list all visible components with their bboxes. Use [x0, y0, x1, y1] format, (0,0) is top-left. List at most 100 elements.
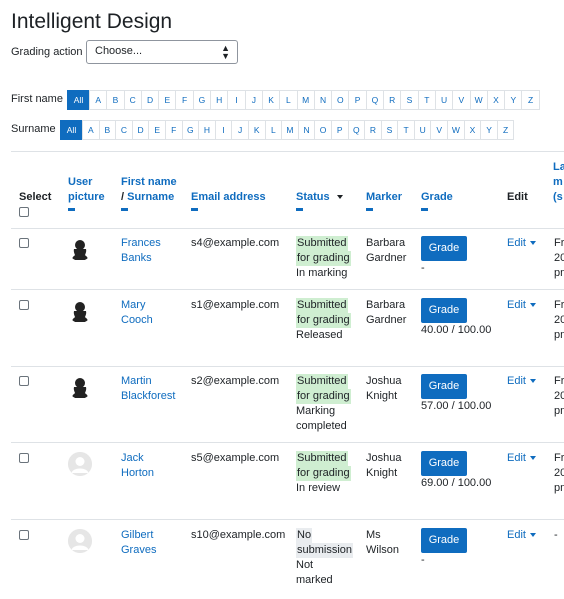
first-name-initial-j[interactable]: J: [244, 90, 263, 110]
last-modified-header[interactable]: La m (s: [553, 160, 564, 205]
first-name-initial-c[interactable]: C: [123, 90, 142, 110]
student-name[interactable]: Frances Banks: [121, 236, 161, 266]
student-first-name[interactable]: Frances: [121, 237, 161, 249]
first-name-initial-all[interactable]: All: [67, 90, 90, 110]
student-first-name[interactable]: Mary: [121, 299, 145, 311]
surname-initial-d[interactable]: D: [131, 120, 150, 140]
student-first-name[interactable]: Martin: [121, 375, 152, 387]
grading-action-select[interactable]: Choose... ▲ ▼: [86, 40, 238, 64]
first-name-initial-d[interactable]: D: [140, 90, 160, 110]
row-select-checkbox[interactable]: [19, 530, 29, 540]
surname-initial-f[interactable]: F: [164, 120, 183, 140]
edit-menu-button[interactable]: Edit: [507, 451, 536, 466]
surname-initial-h[interactable]: H: [198, 120, 216, 140]
student-last-name[interactable]: Graves: [121, 544, 156, 556]
first-name-initial-e[interactable]: E: [158, 90, 177, 110]
grading-action-value: Choose...: [95, 45, 143, 57]
row-select-checkbox[interactable]: [19, 238, 29, 248]
surname-initial-q[interactable]: Q: [347, 120, 366, 140]
marker-line2: Gardner: [366, 252, 407, 264]
surname-initial-a[interactable]: A: [82, 120, 100, 140]
grade-header[interactable]: Grade: [421, 190, 453, 211]
surname-initial-r[interactable]: R: [364, 120, 382, 140]
surname-initial-t[interactable]: T: [397, 120, 415, 140]
first-name-initial-h[interactable]: H: [210, 90, 229, 110]
student-first-name[interactable]: Gilbert: [121, 529, 153, 541]
first-name-initial-w[interactable]: W: [469, 90, 488, 110]
marker-line1: Barbara: [366, 237, 406, 249]
first-name-initial-f[interactable]: F: [175, 90, 194, 110]
edit-menu-button[interactable]: Edit: [507, 298, 536, 313]
status-header[interactable]: Status: [296, 190, 343, 211]
surname-initial-x[interactable]: X: [463, 120, 482, 140]
grade-button[interactable]: Grade: [421, 374, 467, 399]
student-name[interactable]: Gilbert Graves: [121, 528, 156, 558]
first-name-initial-b[interactable]: B: [106, 90, 125, 110]
first-name-initial-k[interactable]: K: [261, 90, 281, 110]
row-divider: [11, 442, 564, 443]
first-name-initial-v[interactable]: V: [452, 90, 471, 110]
surname-initial-z[interactable]: Z: [496, 120, 515, 140]
first-name-initial-a[interactable]: A: [89, 90, 108, 110]
first-name-initial-x[interactable]: X: [486, 90, 506, 110]
grade-button[interactable]: Grade: [421, 236, 467, 261]
first-name-initial-z[interactable]: Z: [521, 90, 540, 110]
first-name-initial-s[interactable]: S: [400, 90, 419, 110]
surname-initial-w[interactable]: W: [447, 120, 465, 140]
name-header: First name / Surname: [121, 175, 177, 211]
surname-initial-s[interactable]: S: [380, 120, 399, 140]
first-name-initial-q[interactable]: Q: [365, 90, 385, 110]
edit-menu-button[interactable]: Edit: [507, 528, 536, 543]
surname-initial-c[interactable]: C: [115, 120, 133, 140]
first-name-initial-i[interactable]: I: [227, 90, 246, 110]
first-name-initial-g[interactable]: G: [192, 90, 212, 110]
surname-initial-y[interactable]: Y: [480, 120, 498, 140]
surname-initial-m[interactable]: M: [281, 120, 299, 140]
first-name-initial-n[interactable]: N: [313, 90, 333, 110]
marker-header[interactable]: Marker: [366, 190, 402, 211]
grade-button[interactable]: Grade: [421, 451, 467, 476]
first-name-initial-u[interactable]: U: [434, 90, 454, 110]
grade-button[interactable]: Grade: [421, 528, 467, 553]
first-name-initial-l[interactable]: L: [279, 90, 298, 110]
surname-initial-j[interactable]: J: [231, 120, 249, 140]
row-select-checkbox[interactable]: [19, 453, 29, 463]
surname-initial-k[interactable]: K: [247, 120, 266, 140]
surname-initial-p[interactable]: P: [330, 120, 349, 140]
marker-line2: Knight: [366, 467, 398, 479]
surname-initial-v[interactable]: V: [430, 120, 449, 140]
student-name[interactable]: Martin Blackforest: [121, 374, 175, 404]
surname-initial-all[interactable]: All: [60, 120, 83, 140]
grade-button[interactable]: Grade: [421, 298, 467, 323]
surname-initial-i[interactable]: I: [214, 120, 233, 140]
student-last-name[interactable]: Banks: [121, 252, 152, 264]
surname-initial-b[interactable]: B: [98, 120, 117, 140]
row-select-checkbox[interactable]: [19, 300, 29, 310]
email-header[interactable]: Email address: [191, 190, 266, 211]
first-name-sort-link[interactable]: First name: [121, 176, 177, 188]
student-first-name[interactable]: Jack: [121, 452, 144, 464]
edit-menu-button[interactable]: Edit: [507, 236, 536, 251]
select-all-checkbox[interactable]: [19, 207, 29, 217]
student-last-name[interactable]: Blackforest: [121, 390, 175, 402]
edit-menu-button[interactable]: Edit: [507, 374, 536, 389]
surname-initial-o[interactable]: O: [314, 120, 332, 140]
student-name[interactable]: Mary Cooch: [121, 298, 153, 328]
surname-initial-e[interactable]: E: [148, 120, 166, 140]
surname-sort-link[interactable]: Surname: [127, 191, 174, 203]
user-picture-header[interactable]: User picture: [68, 175, 105, 211]
first-name-initial-p[interactable]: P: [348, 90, 367, 110]
surname-initial-l[interactable]: L: [264, 120, 283, 140]
student-last-name[interactable]: Cooch: [121, 314, 153, 326]
first-name-initial-m[interactable]: M: [296, 90, 315, 110]
student-last-name[interactable]: Horton: [121, 467, 154, 479]
surname-initial-u[interactable]: U: [413, 120, 432, 140]
surname-initial-n[interactable]: N: [297, 120, 316, 140]
first-name-initial-r[interactable]: R: [383, 90, 402, 110]
row-select-checkbox[interactable]: [19, 376, 29, 386]
surname-initial-g[interactable]: G: [181, 120, 200, 140]
first-name-initial-t[interactable]: T: [417, 90, 436, 110]
student-name[interactable]: Jack Horton: [121, 451, 154, 481]
first-name-initial-o[interactable]: O: [331, 90, 350, 110]
first-name-initial-y[interactable]: Y: [504, 90, 523, 110]
